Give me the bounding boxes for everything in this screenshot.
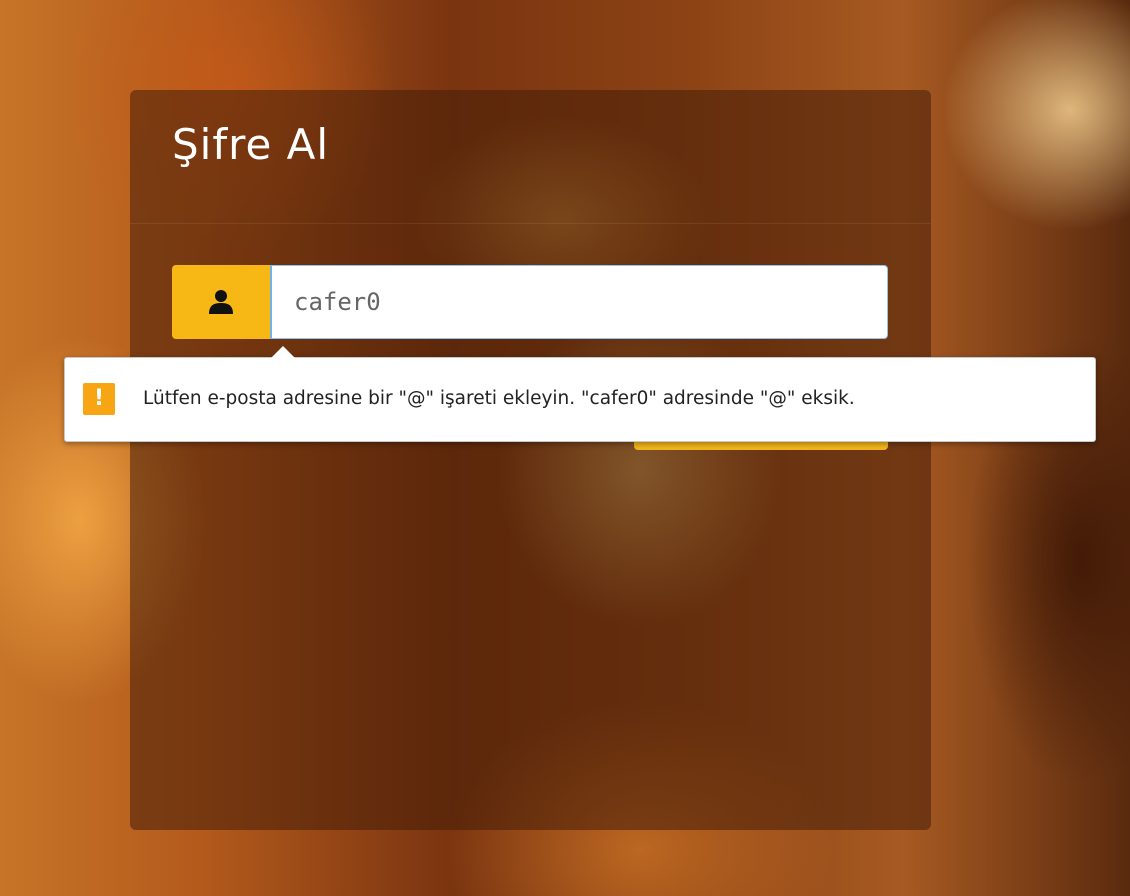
validation-tooltip: ! Lütfen e-posta adresine bir "@" işaret… [64,346,1096,442]
email-addon [172,265,270,339]
user-icon [208,289,234,315]
email-input-group [172,265,888,339]
page-title: Şifre Al [172,120,330,169]
tooltip-arrow [271,346,295,358]
validation-message: Lütfen e-posta adresine bir "@" işareti … [143,388,855,409]
password-reset-panel: Şifre Al [130,90,931,830]
email-input[interactable] [270,265,888,339]
warning-icon: ! [83,383,115,415]
panel-header: Şifre Al [130,90,931,224]
